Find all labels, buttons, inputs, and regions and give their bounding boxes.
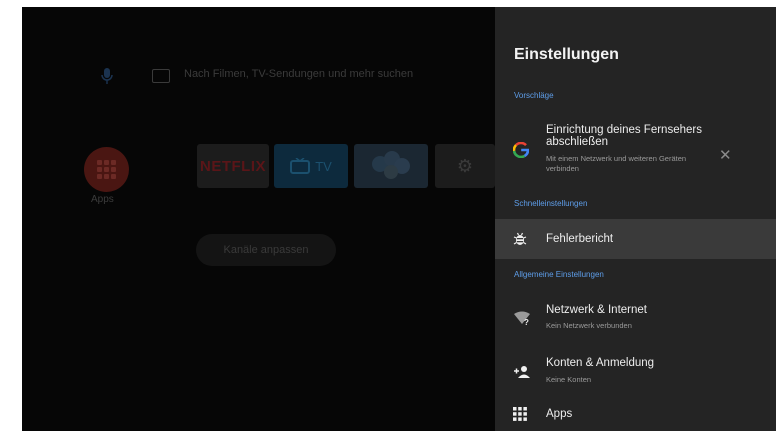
dismiss-suggestion-close-icon[interactable]: ✕	[719, 146, 732, 164]
photos-app-tile[interactable]	[354, 144, 428, 188]
tv-icon	[290, 158, 311, 174]
panel-title: Einstellungen	[514, 46, 619, 63]
accounts-subtitle: Keine Konten	[546, 375, 592, 384]
section-suggestions: Vorschläge	[514, 91, 554, 100]
section-quick-settings: Schnelleinstellungen	[514, 199, 588, 208]
live-tv-app-tile[interactable]: TV	[274, 144, 348, 188]
wifi-unknown-icon: ?	[514, 311, 530, 325]
apps-item[interactable]: Apps	[495, 400, 776, 431]
apps-label: Apps	[91, 194, 114, 205]
section-general-settings: Allgemeine Einstellungen	[514, 270, 604, 279]
customize-channels-button[interactable]: Kanäle anpassen	[196, 234, 336, 266]
gear-icon: ⚙	[456, 155, 474, 176]
home-screen-dimmed: Nach Filmen, TV-Sendungen und mehr suche…	[22, 7, 495, 431]
microphone-icon[interactable]	[100, 67, 114, 85]
apps-grid-icon	[513, 407, 527, 421]
keyboard-icon[interactable]	[152, 69, 170, 83]
settings-panel: Einstellungen Vorschläge Einrichtung dei…	[495, 7, 776, 431]
network-internet-item[interactable]: ? Netzwerk & Internet Kein Netzwerk verb…	[495, 295, 776, 343]
settings-app-tile[interactable]: ⚙	[435, 144, 495, 188]
photos-app-icon	[372, 151, 410, 179]
suggestion-subtitle: Mit einem Netzwerk und weiteren Geräten …	[546, 154, 687, 173]
tv-screen: Nach Filmen, TV-Sendungen und mehr suche…	[22, 7, 776, 431]
netflix-app-tile[interactable]: NETFLIX	[197, 144, 269, 188]
suggestion-title: Einrichtung deines Fernsehers abschließe…	[546, 124, 702, 148]
network-title: Netzwerk & Internet	[546, 304, 647, 316]
bug-icon	[513, 232, 527, 245]
tv-label: TV	[315, 158, 332, 174]
network-subtitle: Kein Netzwerk verbunden	[546, 321, 632, 330]
apps-title: Apps	[546, 408, 573, 420]
svg-text:?: ?	[524, 318, 529, 325]
bug-report-label: Fehlerbericht	[546, 233, 614, 245]
accounts-signin-item[interactable]: Konten & Anmeldung Keine Konten	[495, 348, 776, 396]
netflix-logo: NETFLIX	[200, 157, 266, 175]
bug-report-item[interactable]: Fehlerbericht	[495, 219, 776, 259]
add-account-icon	[514, 366, 530, 378]
setup-suggestion-item[interactable]: Einrichtung deines Fernsehers abschließe…	[495, 117, 776, 185]
search-placeholder[interactable]: Nach Filmen, TV-Sendungen und mehr suche…	[184, 68, 413, 80]
apps-grid-icon	[97, 160, 116, 179]
google-icon	[513, 142, 529, 158]
accounts-title: Konten & Anmeldung	[546, 357, 655, 369]
